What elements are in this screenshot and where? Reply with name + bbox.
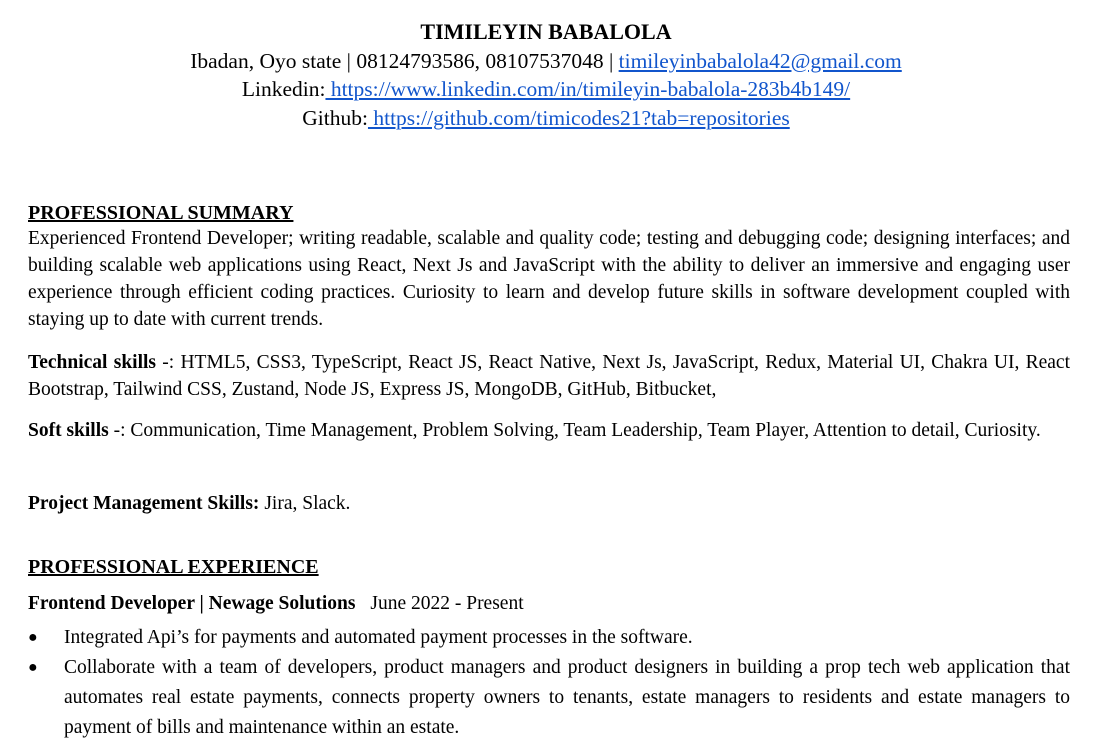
job-header: Frontend Developer | Newage Solutions Ju… <box>28 593 1070 615</box>
technical-skills: Technical skills -: HTML5, CSS3, TypeScr… <box>28 349 1070 403</box>
soft-skills-label: Soft skills <box>28 420 109 441</box>
pm-skills-label: Project Management Skills: <box>28 493 260 514</box>
github-label: Github: <box>302 105 368 130</box>
list-item: ● Collaborate with a team of developers, … <box>28 653 1070 743</box>
resume-page: TIMILEYIN BABALOLA Ibadan, Oyo state | 0… <box>0 0 1112 738</box>
summary-text: Experienced Frontend Developer; writing … <box>28 228 1070 330</box>
contact-details: Ibadan, Oyo state | 08124793586, 0810753… <box>190 48 619 73</box>
bullet-icon: ● <box>28 659 38 676</box>
list-item: ● Integrated Api’s for payments and autom… <box>28 623 1070 653</box>
pm-skills: Project Management Skills: Jira, Slack. <box>28 490 1070 517</box>
summary-heading: PROFESSIONAL SUMMARY <box>28 202 294 224</box>
soft-skills: Soft skills -: Communication, Time Manag… <box>28 416 1070 446</box>
bullet-text: Integrated Api’s for payments and automa… <box>64 627 693 648</box>
bullet-icon: ● <box>28 629 38 646</box>
job-dates: June 2022 - Present <box>370 593 524 614</box>
pm-skills-text: Jira, Slack. <box>259 493 351 514</box>
github-line: Github: https://github.com/timicodes21?t… <box>0 104 1092 133</box>
technical-skills-label: Technical skills <box>28 352 157 373</box>
candidate-name: TIMILEYIN BABALOLA <box>420 19 672 44</box>
job-bullets: ● Integrated Api’s for payments and autom… <box>28 623 1070 743</box>
experience-section: PROFESSIONAL EXPERIENCE Frontend Develop… <box>28 556 1070 743</box>
job-title: Frontend Developer | Newage Solutions <box>28 593 356 614</box>
technical-skills-text: -: HTML5, CSS3, TypeScript, React JS, Re… <box>28 352 1070 400</box>
linkedin-line: Linkedin: https://www.linkedin.com/in/ti… <box>0 75 1092 104</box>
summary-section: PROFESSIONAL SUMMARY Experienced Fronten… <box>28 202 1070 333</box>
resume-header: TIMILEYIN BABALOLA Ibadan, Oyo state | 0… <box>0 18 1092 132</box>
github-link[interactable]: https://github.com/timicodes21?tab=repos… <box>368 106 789 130</box>
linkedin-link[interactable]: https://www.linkedin.com/in/timileyin-ba… <box>325 77 850 101</box>
experience-heading: PROFESSIONAL EXPERIENCE <box>28 556 319 578</box>
contact-line: Ibadan, Oyo state | 08124793586, 0810753… <box>0 47 1092 76</box>
soft-skills-text: -: Communication, Time Management, Probl… <box>108 420 1041 441</box>
linkedin-label: Linkedin: <box>241 77 326 101</box>
email-link[interactable]: timileyinbabalola42@gmail.com <box>619 49 902 73</box>
bullet-text: Collaborate with a team of developers, p… <box>64 657 1070 738</box>
